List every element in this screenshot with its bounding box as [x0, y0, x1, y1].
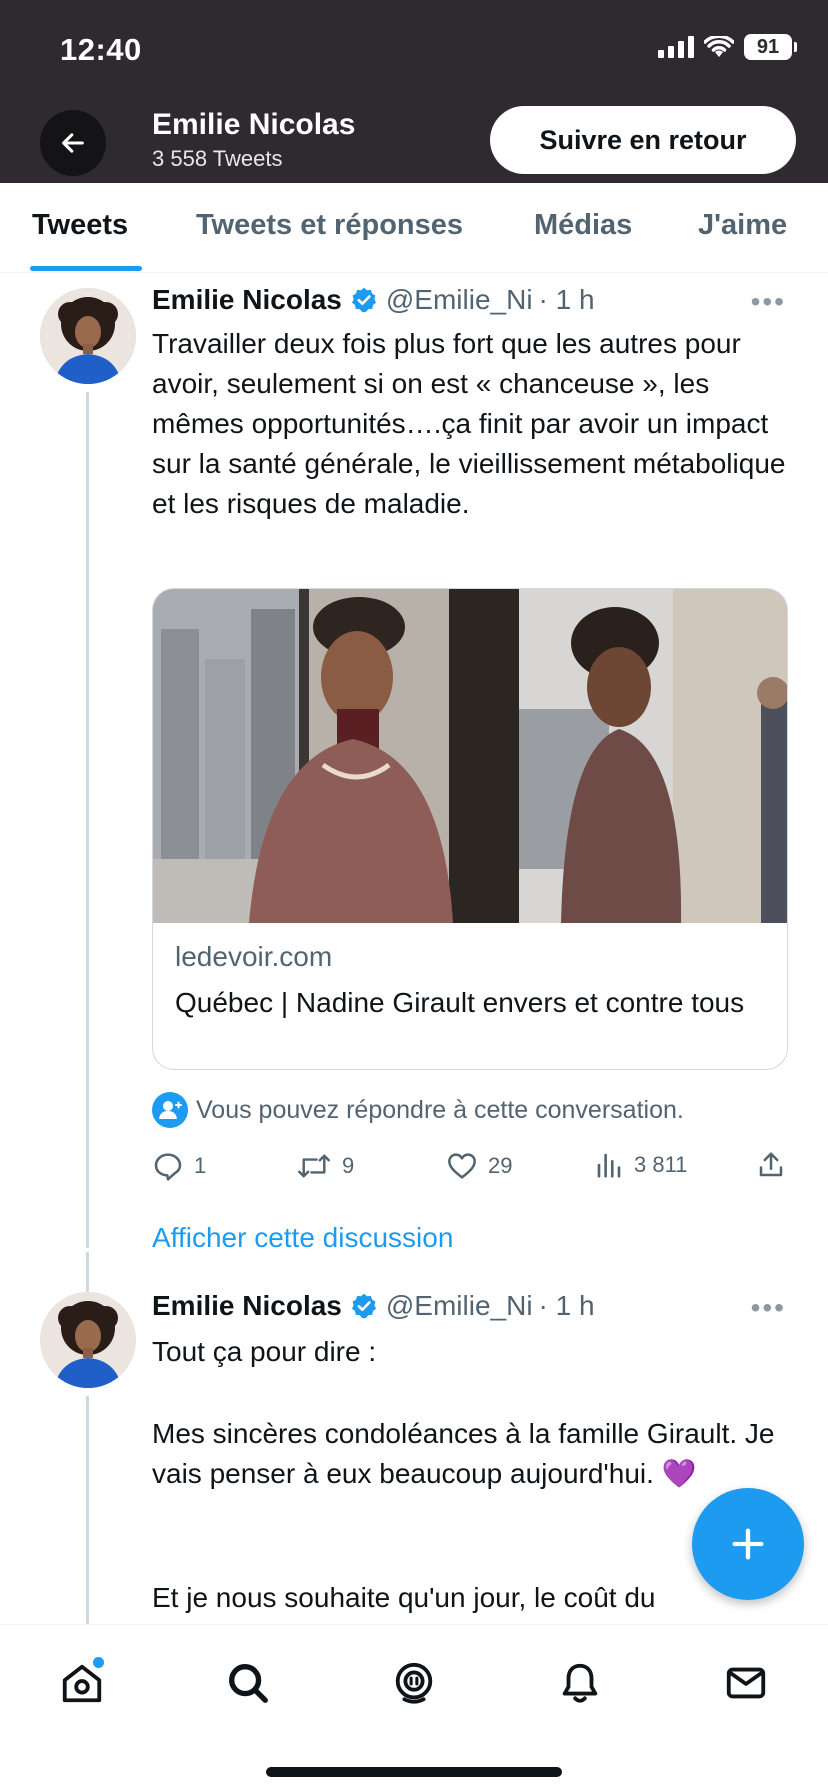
people-icon	[152, 1092, 188, 1128]
avatar[interactable]	[40, 288, 136, 384]
tweet-header: Emilie Nicolas @Emilie_Ni · 1 h	[152, 284, 595, 316]
like-count: 29	[488, 1153, 513, 1178]
tab-likes[interactable]: J'aime	[698, 209, 787, 242]
search-icon	[229, 1664, 268, 1703]
signal-icon	[658, 36, 694, 58]
compose-tweet-button[interactable]	[692, 1488, 804, 1600]
views-count: 3 811	[634, 1152, 688, 1177]
mail-icon	[726, 1667, 766, 1699]
avatar[interactable]	[40, 1292, 136, 1388]
tweet-text: Travailler deux fois plus fort que les a…	[152, 328, 786, 519]
bottom-navigation	[0, 1624, 828, 1792]
avatar-image	[40, 288, 136, 384]
tab-tweets[interactable]: Tweets	[32, 209, 128, 242]
card-domain: ledevoir.com	[175, 941, 333, 972]
tab-media[interactable]: Médias	[534, 209, 632, 242]
views-button[interactable]: 3 811	[594, 1150, 687, 1180]
more-dots-icon[interactable]: •••	[751, 1292, 786, 1324]
show-thread-link[interactable]: Afficher cette discussion	[152, 1222, 453, 1254]
spaces-icon	[395, 1662, 433, 1704]
follow-back-button[interactable]: Suivre en retour	[490, 106, 796, 174]
status-icons: 91	[658, 34, 797, 60]
notification-dot	[93, 1657, 104, 1668]
share-button[interactable]	[756, 1150, 786, 1180]
more-dots-icon[interactable]: •••	[751, 286, 786, 318]
reply-permission-note: Vous pouvez répondre à cette conversatio…	[152, 1092, 684, 1128]
wifi-icon	[704, 36, 734, 57]
back-button[interactable]	[40, 110, 106, 176]
home-indicator	[266, 1767, 562, 1777]
plus-icon	[732, 1528, 764, 1560]
like-button[interactable]: 29	[446, 1150, 512, 1182]
tweet-author-name[interactable]: Emilie Nicolas	[152, 284, 342, 316]
profile-name: Emilie Nicolas	[152, 108, 356, 141]
tweet-author-name[interactable]: Emilie Nicolas	[152, 1290, 342, 1322]
tweet-actions: 1 9 29 3 811	[152, 1150, 792, 1190]
reply-button[interactable]: 1	[152, 1150, 206, 1182]
thread-dot	[86, 1230, 89, 1236]
profile-header: 12:40 91 Emilie Nicolas 3 558 Tweets Sui…	[0, 0, 828, 183]
bell-icon	[562, 1663, 598, 1703]
retweet-icon	[297, 1154, 331, 1178]
tweet-count: 3 558 Tweets	[152, 146, 283, 171]
tweet-text-line: Mes sincères condoléances à la famille G…	[152, 1418, 775, 1489]
share-icon	[759, 1152, 783, 1177]
tab-tweets-replies[interactable]: Tweets et réponses	[196, 209, 463, 242]
verified-badge-icon	[351, 287, 376, 313]
status-time: 12:40	[60, 32, 142, 67]
thread-line	[86, 392, 89, 1248]
views-icon	[597, 1153, 621, 1178]
tweet-handle[interactable]: @Emilie_Ni	[386, 1290, 533, 1322]
card-title: Québec | Nadine Girault envers et contre…	[175, 987, 745, 1018]
link-card[interactable]: ledevoir.com Québec | Nadine Girault env…	[152, 588, 788, 1070]
thread-line	[86, 1396, 89, 1624]
tweet-time: · 1 h	[538, 1290, 595, 1321]
tweet-text-line: Tout ça pour dire :	[152, 1336, 377, 1367]
reply-note-text: Vous pouvez répondre à cette conversatio…	[196, 1095, 684, 1124]
tweet-time: · 1 h	[538, 284, 595, 315]
thread-dot	[86, 1242, 89, 1248]
nav-search[interactable]	[218, 1653, 278, 1713]
tweet-handle[interactable]: @Emilie_Ni	[386, 284, 533, 316]
retweet-count: 9	[342, 1153, 355, 1178]
nav-spaces[interactable]	[384, 1653, 444, 1713]
retweet-button[interactable]: 9	[296, 1150, 354, 1182]
tweet-header: Emilie Nicolas @Emilie_Ni · 1 h	[152, 1290, 595, 1322]
thread-line	[86, 1252, 89, 1292]
nav-home[interactable]	[52, 1653, 112, 1713]
reply-icon	[154, 1153, 182, 1181]
tweet-text-line: Et je nous souhaite qu'un jour, le coût …	[152, 1582, 656, 1613]
nav-messages[interactable]	[716, 1653, 776, 1713]
reply-count: 1	[194, 1153, 207, 1178]
active-tab-indicator	[30, 266, 142, 271]
avatar-image	[40, 1292, 136, 1388]
verified-badge-icon	[351, 1293, 376, 1319]
profile-tabs: Tweets Tweets et réponses Médias J'aime	[0, 183, 828, 273]
battery-icon: 91	[744, 34, 797, 60]
card-photo	[153, 589, 787, 923]
heart-icon	[448, 1153, 476, 1179]
nav-notifications[interactable]	[550, 1653, 610, 1713]
arrow-left-icon	[62, 133, 84, 153]
